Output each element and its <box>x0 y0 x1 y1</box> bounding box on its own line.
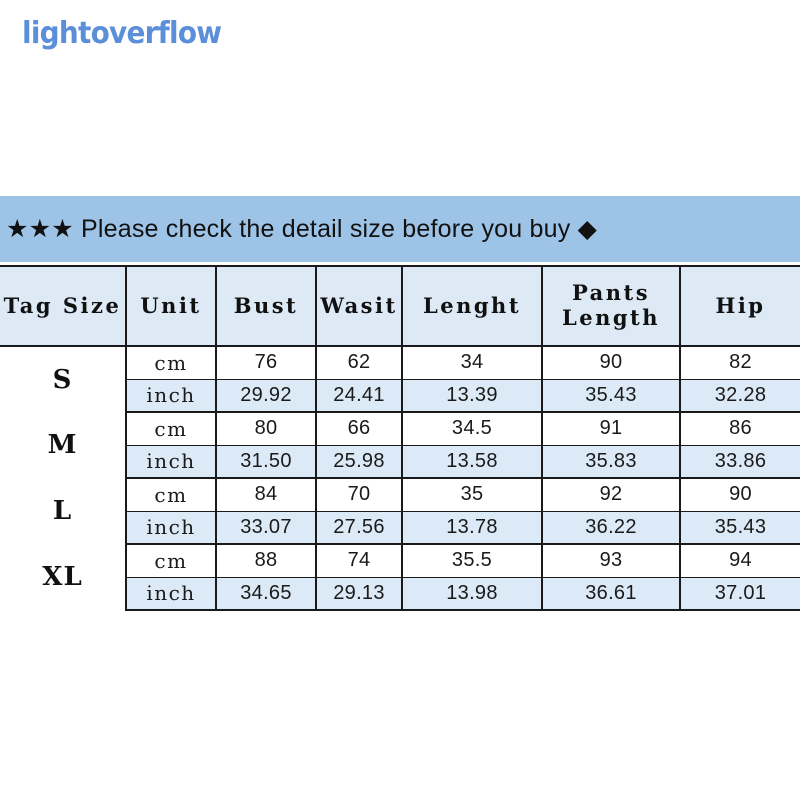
table-row: XL cm 88 74 35.5 93 94 <box>0 544 800 610</box>
value-length: 13.98 <box>401 577 543 611</box>
value-bust: 34.65 <box>215 577 317 611</box>
value-hip: 32.28 <box>679 379 800 413</box>
column-header-tag-size: Tag Size <box>0 265 127 347</box>
table-row: S cm 76 62 34 90 82 <box>0 346 800 412</box>
value-hip: 37.01 <box>679 577 800 611</box>
value-waist: 24.41 <box>315 379 403 413</box>
value-bust: 29.92 <box>215 379 317 413</box>
value-hip: 90 <box>679 478 800 512</box>
value-bust: 84 <box>215 478 317 512</box>
table-header-row: Tag Size Unit Bust Wasit Lenght Pants Le… <box>0 265 800 347</box>
value-pants-length: 36.61 <box>541 577 681 611</box>
table-row: L cm 84 70 35 92 90 <box>0 478 800 544</box>
column-header-length: Lenght <box>401 265 543 347</box>
value-length: 34.5 <box>401 412 543 446</box>
value-bust: 33.07 <box>215 511 317 545</box>
notice-banner-text: ★★★ Please check the detail size before … <box>6 215 598 243</box>
value-pants-length: 91 <box>541 412 681 446</box>
value-length: 13.58 <box>401 445 543 479</box>
value-hip: 86 <box>679 412 800 446</box>
value-length: 34 <box>401 346 543 380</box>
value-length: 35 <box>401 478 543 512</box>
value-pants-length: 90 <box>541 346 681 380</box>
column-header-pants-length-line2: Length <box>561 305 661 330</box>
column-header-waist: Wasit <box>315 265 403 347</box>
table-row: M cm 80 66 34.5 91 86 <box>0 412 800 478</box>
value-length: 13.78 <box>401 511 543 545</box>
column-header-hip: Hip <box>679 265 800 347</box>
unit-cm: cm <box>125 544 217 578</box>
column-header-bust: Bust <box>215 265 317 347</box>
size-chart-table: Tag Size Unit Bust Wasit Lenght Pants Le… <box>0 265 800 611</box>
value-bust: 31.50 <box>215 445 317 479</box>
value-pants-length: 92 <box>541 478 681 512</box>
unit-cm: cm <box>125 412 217 446</box>
value-length: 35.5 <box>401 544 543 578</box>
unit-inch: inch <box>125 577 217 611</box>
watermark-lightoverflow: lightoverflow <box>22 16 222 51</box>
value-pants-length: 36.22 <box>541 511 681 545</box>
value-waist: 74 <box>315 544 403 578</box>
value-waist: 66 <box>315 412 403 446</box>
value-waist: 70 <box>315 478 403 512</box>
column-header-pants-length-line1: Pants <box>571 280 651 306</box>
size-label-m: M <box>0 412 127 478</box>
value-waist: 27.56 <box>315 511 403 545</box>
size-label-s: S <box>0 346 127 412</box>
notice-banner: ★★★ Please check the detail size before … <box>0 196 800 262</box>
unit-cm: cm <box>125 478 217 512</box>
unit-cm: cm <box>125 346 217 380</box>
unit-inch: inch <box>125 379 217 413</box>
unit-inch: inch <box>125 511 217 545</box>
size-chart-page: lightoverflow ★★★ Please check the detai… <box>0 0 800 800</box>
value-pants-length: 93 <box>541 544 681 578</box>
value-bust: 80 <box>215 412 317 446</box>
value-waist: 62 <box>315 346 403 380</box>
column-header-unit: Unit <box>125 265 217 347</box>
column-header-pants-length: Pants Length <box>541 265 681 347</box>
value-waist: 25.98 <box>315 445 403 479</box>
value-hip: 33.86 <box>679 445 800 479</box>
value-length: 13.39 <box>401 379 543 413</box>
value-pants-length: 35.43 <box>541 379 681 413</box>
size-label-l: L <box>0 478 127 544</box>
size-label-xl: XL <box>0 544 127 610</box>
value-hip: 94 <box>679 544 800 578</box>
value-hip: 82 <box>679 346 800 380</box>
unit-inch: inch <box>125 445 217 479</box>
value-hip: 35.43 <box>679 511 800 545</box>
value-bust: 76 <box>215 346 317 380</box>
value-pants-length: 35.83 <box>541 445 681 479</box>
value-bust: 88 <box>215 544 317 578</box>
value-waist: 29.13 <box>315 577 403 611</box>
